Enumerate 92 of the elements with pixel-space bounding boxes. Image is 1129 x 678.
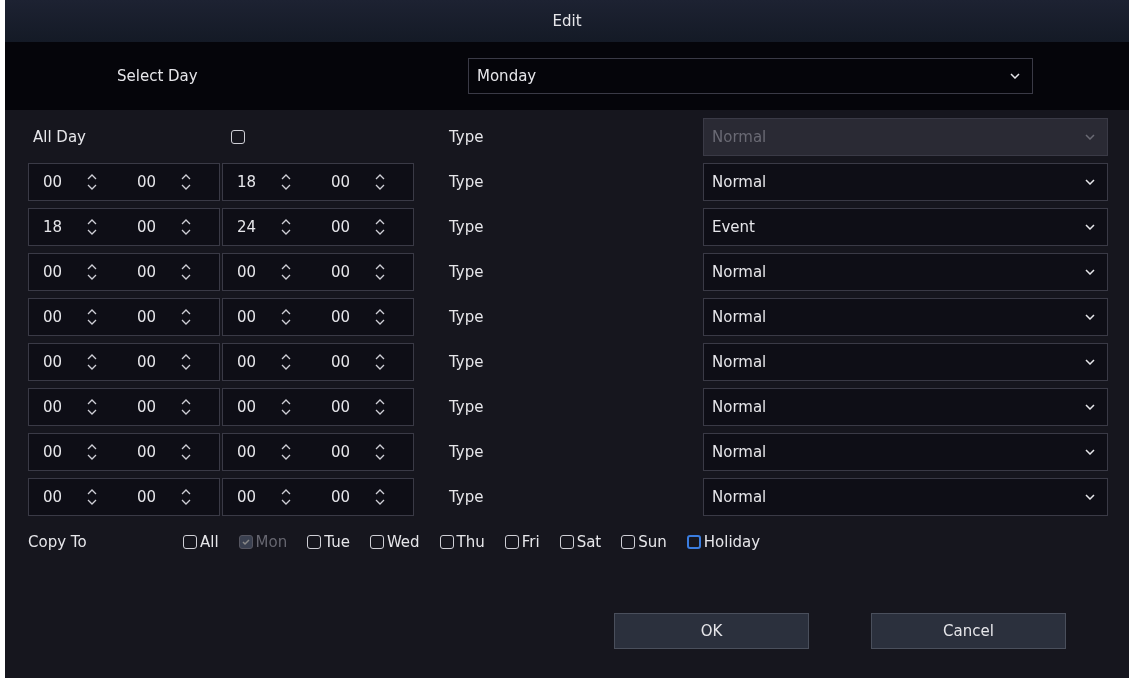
spinner-icon[interactable] (87, 487, 97, 506)
day-checkbox[interactable]: Wed (369, 533, 420, 551)
time-field[interactable]: 00 00 (222, 342, 414, 381)
select-day-label: Select Day (116, 67, 199, 85)
spinner-icon[interactable] (281, 172, 291, 191)
type-label: Type (449, 397, 485, 416)
chevron-down-icon (1085, 133, 1095, 140)
type-dropdown[interactable]: Event (703, 207, 1108, 246)
chevron-down-icon (1085, 223, 1095, 230)
spinner-icon[interactable] (181, 352, 191, 371)
check-icon (240, 537, 251, 547)
time-field[interactable]: 00 00 (28, 342, 220, 381)
spinner-icon[interactable] (281, 307, 291, 326)
spinner-icon[interactable] (281, 217, 291, 236)
day-checkbox[interactable]: All (183, 533, 219, 551)
time-field[interactable]: 00 00 (28, 252, 220, 291)
time-field[interactable]: 00 00 (28, 387, 220, 426)
day-checkbox[interactable]: Sun (621, 533, 667, 551)
type-label: Type (449, 487, 485, 506)
spinner-icon[interactable] (181, 397, 191, 416)
type-dropdown[interactable]: Normal (703, 477, 1108, 516)
type-dropdown[interactable]: Normal (703, 162, 1108, 201)
spinner-icon[interactable] (281, 487, 291, 506)
spinner-icon[interactable] (181, 172, 191, 191)
type-dropdown[interactable]: Normal (703, 252, 1108, 291)
spinner-icon[interactable] (87, 352, 97, 371)
spinner-icon[interactable] (87, 217, 97, 236)
time-field[interactable]: 00 00 (222, 252, 414, 291)
type-dropdown[interactable]: Normal (703, 342, 1108, 381)
day-checkbox[interactable]: Tue (307, 533, 350, 551)
copy-to-label: Copy To (27, 533, 88, 551)
spinner-icon[interactable] (87, 442, 97, 461)
type-label: Type (449, 352, 485, 371)
time-field[interactable]: 00 00 (222, 387, 414, 426)
chevron-down-icon (1085, 313, 1095, 320)
spinner-icon[interactable] (281, 397, 291, 416)
spinner-icon[interactable] (375, 217, 385, 236)
spinner-icon[interactable] (87, 262, 97, 281)
all-day-checkbox[interactable] (231, 129, 245, 144)
time-field[interactable]: 00 00 (28, 432, 220, 471)
time-field[interactable]: 00 00 (222, 477, 414, 516)
spinner-icon[interactable] (87, 307, 97, 326)
chevron-down-icon (1010, 73, 1020, 79)
day-checkbox[interactable]: Thu (439, 533, 485, 551)
spinner-icon[interactable] (375, 442, 385, 461)
chevron-down-icon (1085, 448, 1095, 455)
spinner-icon[interactable] (87, 172, 97, 191)
type-dropdown[interactable]: Normal (703, 297, 1108, 336)
time-field[interactable]: 00 00 (28, 297, 220, 336)
chevron-down-icon (1085, 268, 1095, 275)
time-field[interactable]: 00 00 (222, 432, 414, 471)
day-checkbox[interactable]: Fri (504, 533, 540, 551)
spinner-icon[interactable] (181, 307, 191, 326)
day-checkbox[interactable]: Sat (559, 533, 602, 551)
type-label: Type (449, 127, 485, 146)
type-label: Type (449, 172, 485, 191)
chevron-down-icon (1085, 403, 1095, 410)
spinner-icon[interactable] (181, 442, 191, 461)
type-dropdown[interactable]: Normal (703, 432, 1108, 471)
type-label: Type (449, 307, 485, 326)
spinner-icon[interactable] (375, 172, 385, 191)
spinner-icon[interactable] (181, 217, 191, 236)
spinner-icon[interactable] (375, 352, 385, 371)
spinner-icon[interactable] (375, 487, 385, 506)
all-day-label: All Day (32, 127, 87, 146)
spinner-icon[interactable] (375, 262, 385, 281)
spinner-icon[interactable] (181, 487, 191, 506)
select-day-dropdown[interactable]: Monday (468, 58, 1033, 94)
type-label: Type (449, 217, 485, 236)
type-label: Type (449, 442, 485, 461)
spinner-icon[interactable] (181, 262, 191, 281)
chevron-down-icon (1085, 358, 1095, 365)
spinner-icon[interactable] (281, 262, 291, 281)
spinner-icon[interactable] (87, 397, 97, 416)
cancel-button[interactable]: Cancel (871, 613, 1066, 649)
chevron-down-icon (1085, 178, 1095, 185)
ok-button[interactable]: OK (614, 613, 809, 649)
spinner-icon[interactable] (375, 307, 385, 326)
spinner-icon[interactable] (375, 397, 385, 416)
time-field[interactable]: 18 00 (28, 207, 220, 246)
type-label: Type (449, 262, 485, 281)
time-field[interactable]: 24 00 (222, 207, 414, 246)
time-field[interactable]: 00 00 (28, 477, 220, 516)
time-field[interactable]: 00 00 (222, 297, 414, 336)
chevron-down-icon (1085, 493, 1095, 500)
time-field[interactable]: 00 00 (28, 162, 220, 201)
spinner-icon[interactable] (281, 352, 291, 371)
type-dropdown[interactable]: Normal (703, 387, 1108, 426)
day-checkbox[interactable]: Holiday (686, 533, 761, 551)
time-field[interactable]: 18 00 (222, 162, 414, 201)
spinner-icon[interactable] (281, 442, 291, 461)
dialog-title: Edit (552, 12, 582, 30)
